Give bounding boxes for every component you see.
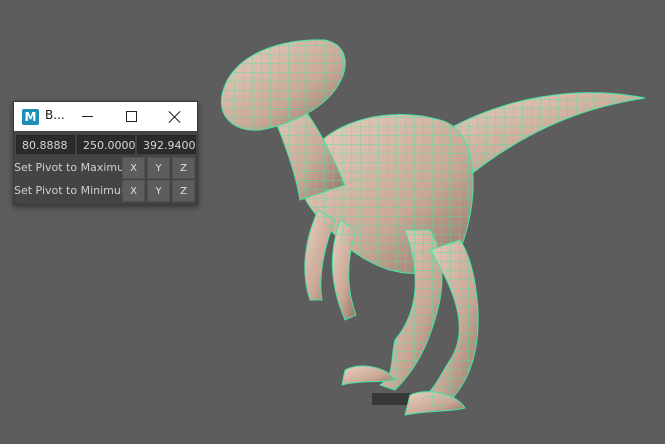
set-pivot-min-z-button[interactable]: Z — [172, 180, 195, 202]
set-pivot-max-y-button[interactable]: Y — [147, 157, 170, 179]
minimize-button[interactable] — [67, 102, 107, 131]
close-icon — [169, 111, 181, 123]
minimize-icon — [81, 116, 93, 117]
x-value-field[interactable]: 80.8888 — [16, 135, 75, 154]
window-title: B... — [45, 108, 65, 122]
3d-viewport[interactable] — [0, 0, 665, 444]
tool-window: M B... 80.8888 250.0000 392.9400 Set Piv… — [13, 101, 198, 205]
set-pivot-min-x-button[interactable]: X — [122, 180, 145, 202]
z-value-field[interactable]: 392.9400 — [137, 135, 196, 154]
close-button[interactable] — [155, 102, 195, 131]
set-pivot-max-label: Set Pivot to Maximum — [14, 161, 122, 174]
dinosaur-mesh — [220, 39, 646, 416]
dinosaur-model[interactable] — [0, 0, 665, 444]
y-value-field[interactable]: 250.0000 — [77, 135, 136, 154]
ground-shadow — [372, 393, 412, 405]
set-pivot-min-label: Set Pivot to Minimum — [14, 184, 122, 197]
maximize-button[interactable] — [111, 102, 151, 131]
maya-app-icon: M — [22, 109, 39, 125]
set-pivot-min-y-button[interactable]: Y — [147, 180, 170, 202]
set-pivot-max-z-button[interactable]: Z — [172, 157, 195, 179]
window-titlebar[interactable]: M B... — [14, 102, 197, 131]
set-pivot-max-x-button[interactable]: X — [122, 157, 145, 179]
maximize-icon — [125, 111, 137, 122]
